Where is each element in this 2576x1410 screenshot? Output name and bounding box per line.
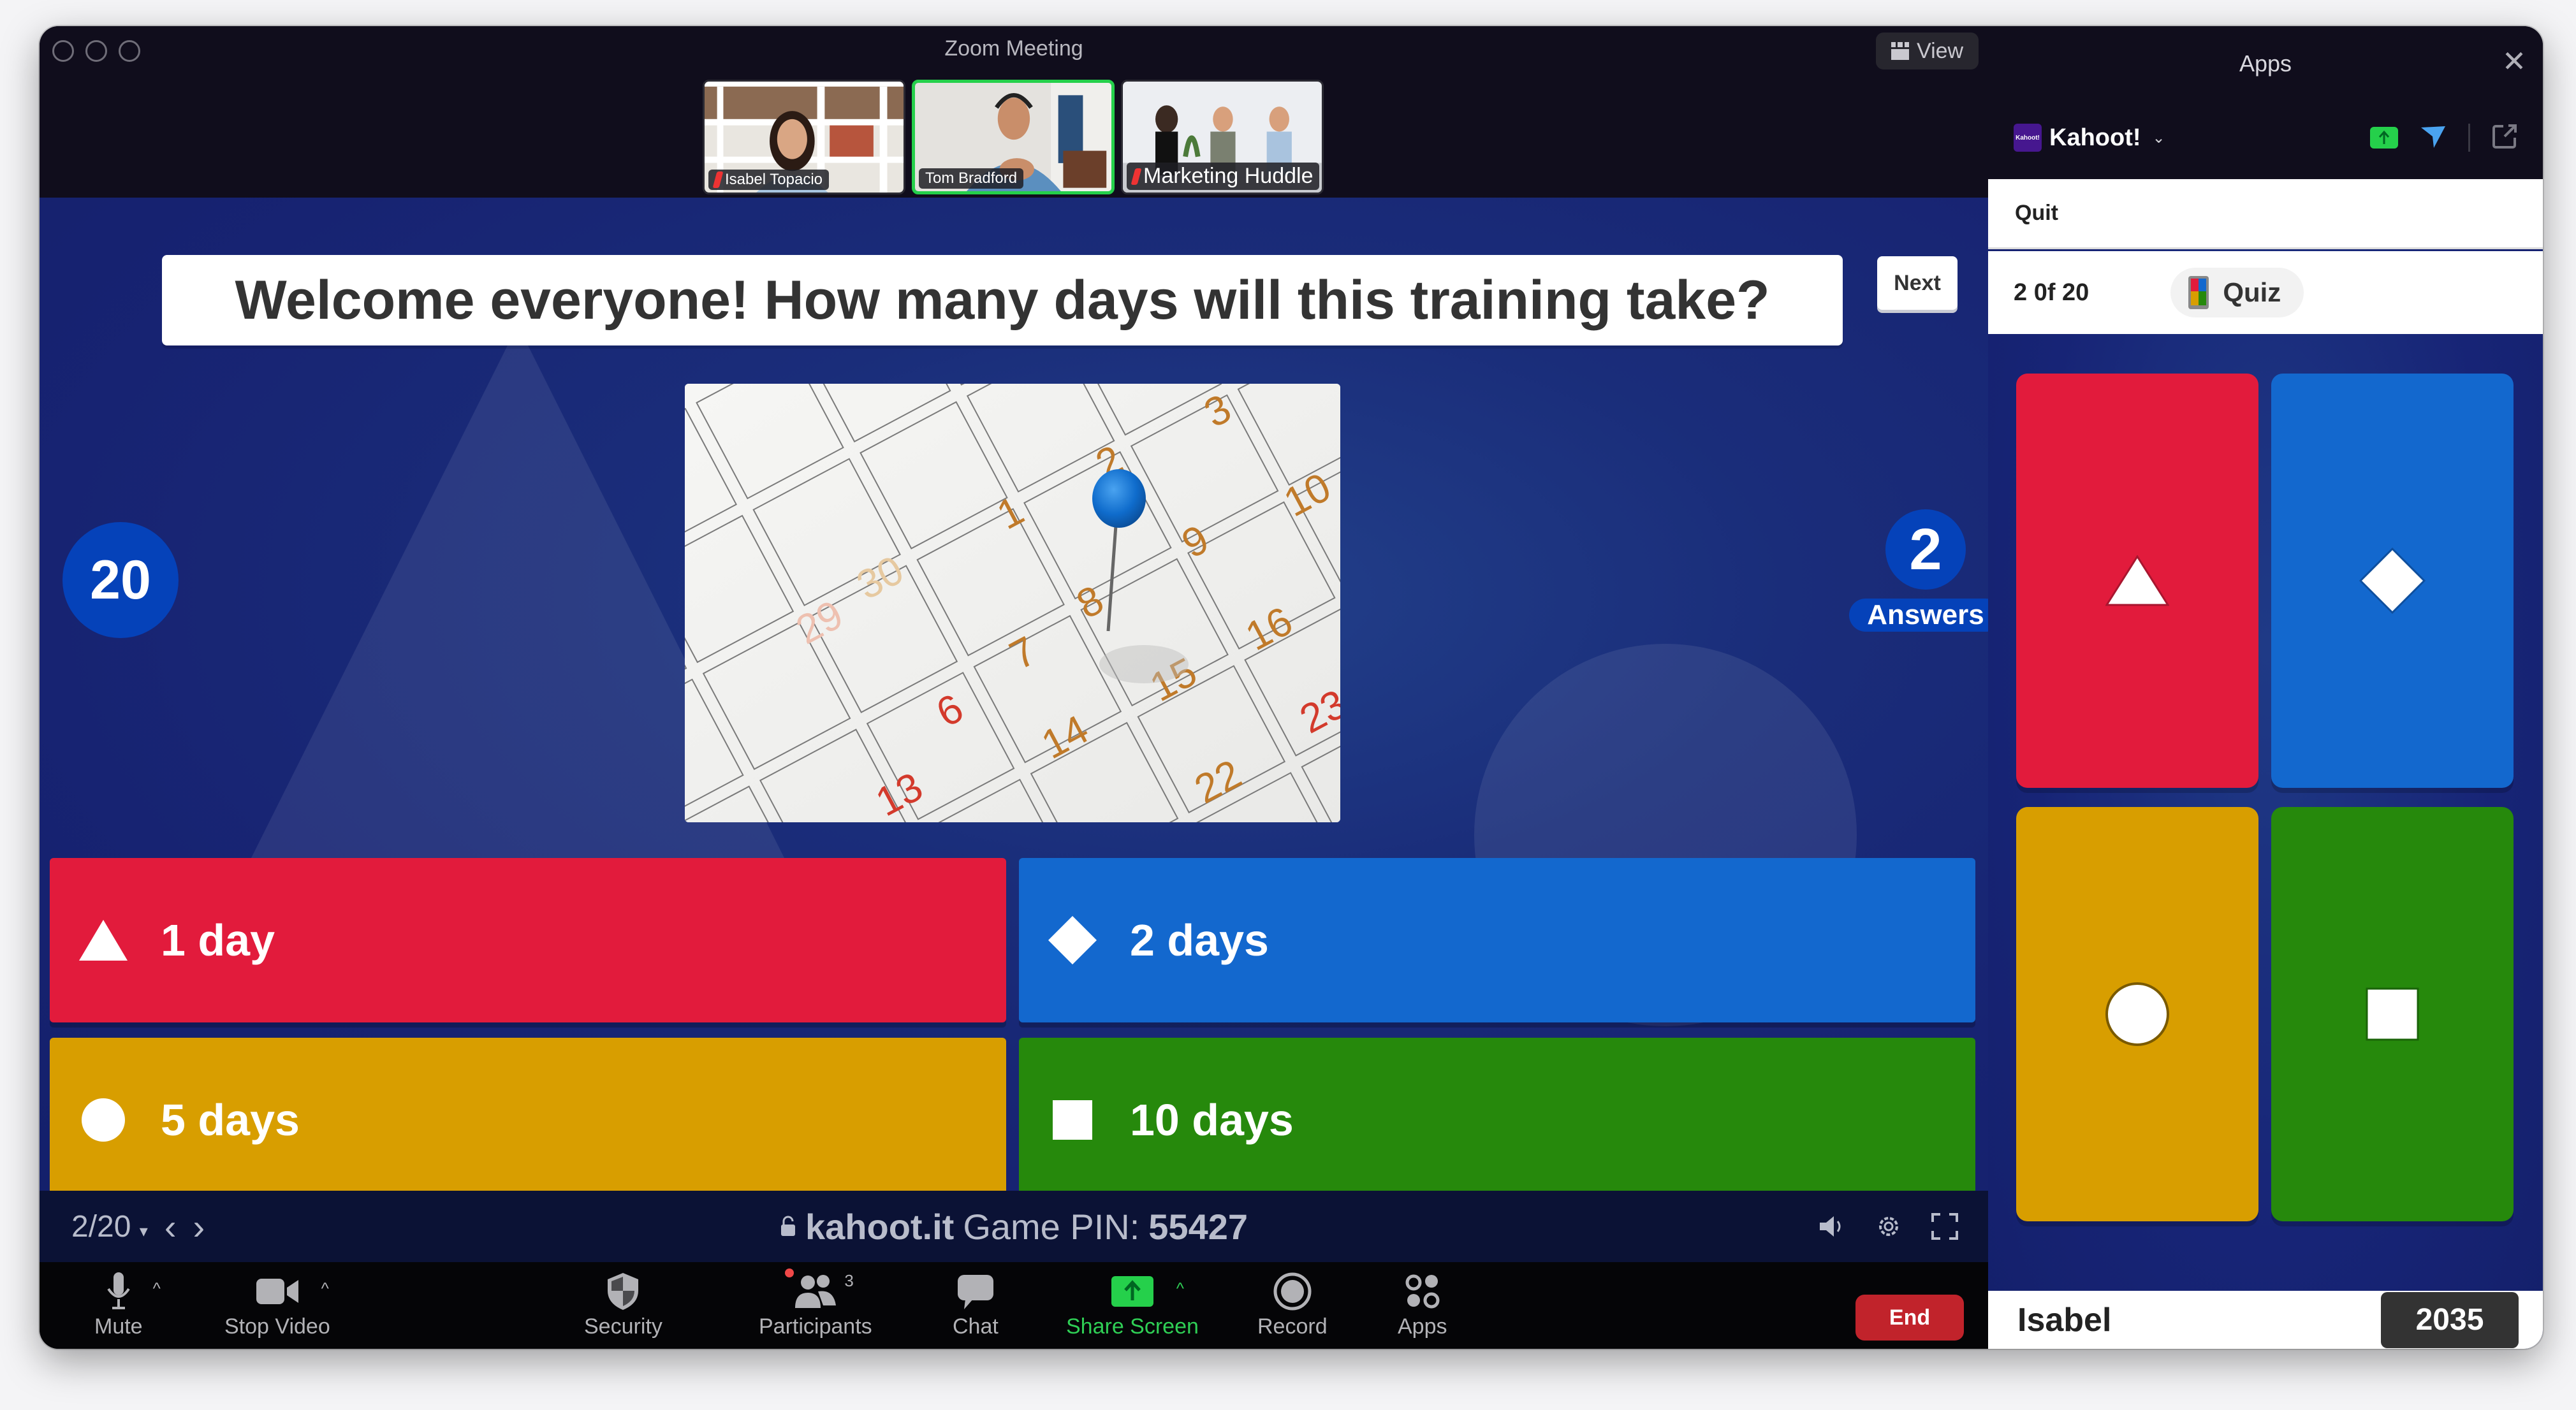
kahoot-footer: 2/20 ▾ ‹ › kahoot.it Game PIN: 55427 — [40, 1191, 1988, 1262]
question-progress: 2 0f 20 — [2014, 279, 2089, 306]
answer-label: 2 days — [1130, 915, 1269, 965]
answers-count-value: 2 — [1885, 509, 1966, 590]
end-meeting-button[interactable]: End — [1855, 1295, 1964, 1341]
player-info-bar: Isabel 2035 — [1988, 1291, 2543, 1349]
participants-icon — [794, 1275, 836, 1308]
share-app-icon[interactable] — [2370, 127, 2398, 149]
player-name: Isabel — [2017, 1301, 2112, 1339]
answer-option-circle[interactable]: 5 days — [50, 1038, 1006, 1191]
pop-out-icon[interactable] — [2492, 124, 2517, 152]
apps-button[interactable]: Apps — [1398, 1268, 1447, 1345]
diamond-icon — [2359, 548, 2426, 614]
participants-button[interactable]: 3 Participants — [759, 1268, 872, 1345]
participants-count: 3 — [844, 1271, 854, 1290]
participant-video-active-speaker[interactable]: Tom Bradford — [912, 80, 1115, 194]
apps-panel: Apps ✕ Kahoot! Kahoot! ⌄ Quit 2 0f 20 Qu… — [1988, 26, 2543, 1349]
question-image: 3 2 10 1 9 30 29 8 7 16 6 15 14 23 22 13 — [685, 384, 1340, 822]
apps-icon — [1405, 1274, 1440, 1309]
close-icon[interactable]: ✕ — [2498, 45, 2530, 77]
view-button[interactable]: View — [1876, 33, 1979, 69]
window-title: Zoom Meeting — [944, 36, 1083, 61]
fullscreen-icon[interactable] — [1929, 1211, 1960, 1242]
circle-icon — [78, 1094, 129, 1145]
participant-video[interactable]: Marketing Huddle — [1121, 80, 1324, 194]
app-actions — [2370, 124, 2517, 152]
answer-tile-triangle[interactable] — [2016, 374, 2258, 788]
quiz-progress-bar: 2 0f 20 Quiz — [1988, 251, 2543, 334]
participant-video[interactable]: Isabel Topacio — [703, 80, 905, 194]
answer-label: 5 days — [161, 1095, 300, 1145]
record-button[interactable]: Record — [1257, 1268, 1328, 1345]
question-title: Welcome everyone! How many days will thi… — [162, 255, 1843, 345]
stop-video-button[interactable]: ^ Stop Video — [224, 1268, 330, 1345]
answer-label: 10 days — [1130, 1095, 1294, 1145]
game-pin-value: 55427 — [1148, 1206, 1248, 1247]
share-options-caret[interactable]: ^ — [1176, 1279, 1184, 1298]
triangle-icon — [78, 915, 129, 966]
kahoot-site: kahoot.it — [805, 1206, 955, 1247]
chat-bubble-icon — [957, 1275, 993, 1309]
answer-option-triangle[interactable]: 1 day — [50, 858, 1006, 1022]
kahoot-logo: Kahoot! — [2014, 124, 2042, 152]
player-score: 2035 — [2381, 1291, 2519, 1348]
chevron-down-icon[interactable]: ⌄ — [2153, 129, 2165, 147]
volume-icon[interactable] — [1817, 1211, 1848, 1242]
share-screen-icon — [1111, 1276, 1153, 1307]
mic-muted-icon — [712, 171, 724, 188]
share-screen-button[interactable]: ^ Share Screen — [1066, 1268, 1199, 1345]
quiz-type-badge: Quiz — [2170, 268, 2304, 317]
meeting-toolbar: ^ Mute ^ Stop Video Security 3 Participa… — [40, 1262, 1988, 1349]
zoom-window: Zoom Meeting View Isabel Topacio Tom Bra… — [40, 26, 2543, 1349]
shield-icon — [608, 1273, 639, 1310]
audio-options-caret[interactable]: ^ — [153, 1279, 161, 1298]
title-bar: Zoom Meeting View Isabel Topacio Tom Bra… — [40, 26, 1988, 198]
participant-thumbnails: Isabel Topacio Tom Bradford Marketing Hu… — [703, 80, 1324, 194]
diamond-icon — [1047, 915, 1098, 966]
microphone-icon — [107, 1272, 130, 1309]
kahoot-stage: Welcome everyone! How many days will thi… — [40, 198, 1988, 1191]
video-camera-icon — [256, 1279, 298, 1304]
app-header: Kahoot! Kahoot! ⌄ — [2014, 119, 2517, 157]
answer-option-diamond[interactable]: 2 days — [1019, 858, 1975, 1022]
answer-option-square[interactable]: 10 days — [1019, 1038, 1975, 1191]
gallery-view-icon — [1891, 42, 1909, 60]
answer-tile-circle[interactable] — [2016, 807, 2258, 1221]
answer-label: 1 day — [161, 915, 275, 965]
send-invite-icon[interactable] — [2420, 124, 2447, 152]
participant-name-tag: Tom Bradford — [919, 168, 1024, 189]
kahoot-tools — [1817, 1191, 1960, 1262]
record-icon — [1273, 1272, 1312, 1311]
square-icon — [1047, 1094, 1098, 1145]
app-name[interactable]: Kahoot! — [2049, 124, 2141, 152]
video-options-caret[interactable]: ^ — [321, 1279, 329, 1298]
lock-icon — [780, 1216, 795, 1236]
settings-gear-icon[interactable] — [1873, 1211, 1904, 1242]
game-pin-label: Game PIN: — [963, 1206, 1140, 1247]
chat-button[interactable]: Chat — [953, 1268, 999, 1345]
quit-button[interactable]: Quit — [1988, 179, 2543, 249]
notification-dot — [784, 1268, 794, 1277]
kahoot-controller: Quit 2 0f 20 Quiz Isabel 2035 — [1988, 179, 2543, 1349]
answers-counter: 2 Answers — [1849, 509, 1988, 632]
answer-tile-diamond[interactable] — [2271, 374, 2514, 788]
circle-icon — [2105, 982, 2169, 1046]
apps-panel-title: Apps — [2239, 50, 2292, 76]
square-icon — [2366, 987, 2419, 1041]
participant-name-tag: Marketing Huddle — [1127, 163, 1320, 190]
view-button-label: View — [1917, 38, 1964, 63]
answer-tile-square[interactable] — [2271, 807, 2514, 1221]
mute-button[interactable]: ^ Mute — [94, 1268, 161, 1345]
push-pin-icon — [1092, 469, 1146, 528]
security-button[interactable]: Security — [584, 1268, 662, 1345]
participant-name-tag: Isabel Topacio — [708, 170, 829, 190]
countdown-timer: 20 — [62, 522, 179, 638]
divider — [2468, 124, 2470, 152]
calendar-image: 3210193029 87 166 1514 232213 — [685, 384, 1340, 822]
game-pin-info: kahoot.it Game PIN: 55427 — [40, 1191, 1988, 1262]
quiz-icon — [2188, 276, 2209, 309]
next-button[interactable]: Next — [1877, 256, 1958, 310]
answers-count-label: Answers — [1849, 599, 1988, 632]
mic-muted-icon — [1131, 168, 1142, 185]
triangle-icon — [2105, 555, 2169, 606]
